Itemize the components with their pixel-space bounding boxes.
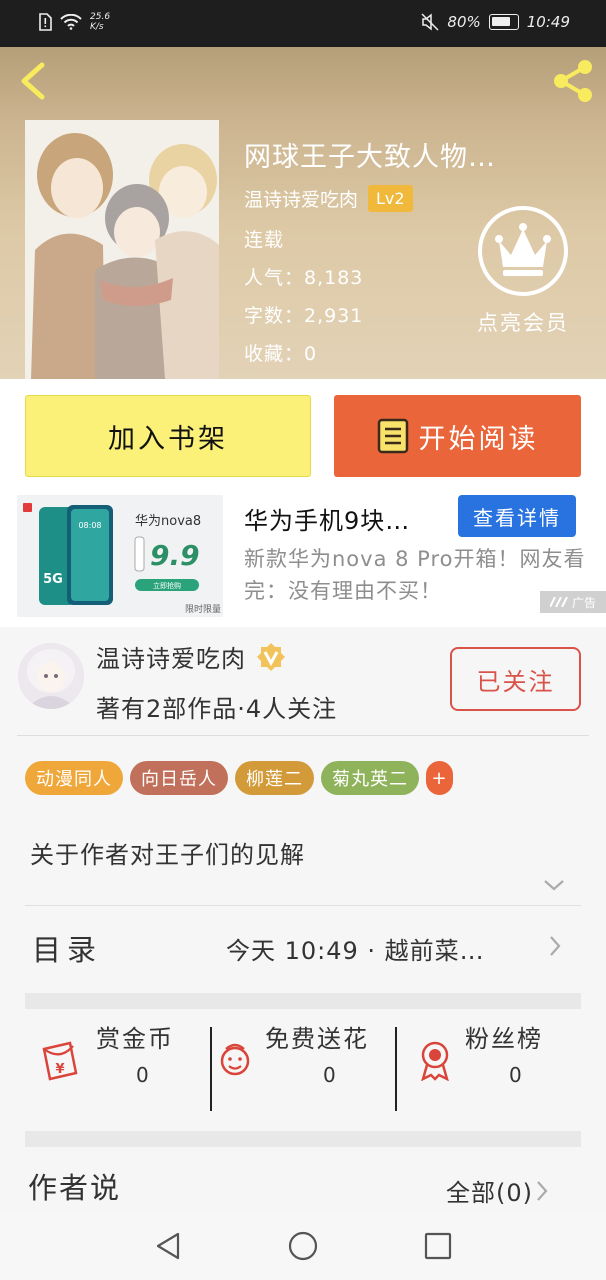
mute-icon xyxy=(421,13,439,31)
ad-stripes-icon xyxy=(549,597,568,607)
system-nav-bar xyxy=(0,1212,606,1280)
tag-item[interactable]: 向日岳人 xyxy=(130,761,228,795)
fans-ranking-value: 0 xyxy=(509,1063,522,1087)
main-content: 加入书架 开始阅读 08:08 5G 华为nova8 9.9 立即抢购 限时限量 xyxy=(0,379,606,1212)
section-gap xyxy=(25,993,581,1009)
reward-coins-item[interactable]: ¥ 赏金币 0 xyxy=(40,1019,200,1097)
book-icon xyxy=(377,418,408,454)
svg-text:限时限量: 限时限量 xyxy=(185,603,221,615)
ad-tag: 广告 xyxy=(540,591,606,613)
book-word-count: 字数：2,931 xyxy=(244,305,364,327)
book-description: 关于作者对王子们的见解 xyxy=(30,841,305,869)
nav-recents-icon[interactable] xyxy=(422,1230,454,1262)
svg-text:华为nova8: 华为nova8 xyxy=(135,514,201,529)
ad-view-details-button[interactable]: 查看详情 xyxy=(458,495,576,537)
svg-text:立即抢购: 立即抢购 xyxy=(153,581,181,590)
network-speed: 25.6 K/s xyxy=(90,12,111,32)
book-author[interactable]: 温诗诗爱吃肉 xyxy=(244,185,358,212)
battery-percent: 80% xyxy=(447,13,481,31)
fans-ranking-label: 粉丝榜 xyxy=(465,1025,543,1053)
chevron-right-icon xyxy=(550,936,561,956)
ad-title[interactable]: 华为手机9块… xyxy=(244,501,410,536)
battery-icon xyxy=(488,14,519,30)
start-reading-button[interactable]: 开始阅读 xyxy=(334,395,581,477)
reward-coins-label: 赏金币 xyxy=(96,1025,174,1053)
chevron-right-icon xyxy=(537,1180,548,1201)
nav-home-icon[interactable] xyxy=(287,1230,319,1262)
book-author-line: 温诗诗爱吃肉 Lv2 xyxy=(244,185,413,212)
table-of-contents-row[interactable]: 目录 今天 10:49 · 越前菜… xyxy=(0,907,606,987)
divider xyxy=(395,1027,397,1111)
start-reading-label: 开始阅读 xyxy=(418,423,539,455)
book-status: 连载 xyxy=(244,229,285,251)
status-bar: 25.6 K/s 80% 10:49 xyxy=(0,0,606,47)
divider xyxy=(17,735,589,736)
share-icon[interactable] xyxy=(550,57,596,105)
section-gap xyxy=(25,1131,581,1147)
author-name[interactable]: 温诗诗爱吃肉 xyxy=(96,639,246,674)
ad-image[interactable]: 08:08 5G 华为nova8 9.9 立即抢购 限时限量 xyxy=(17,495,223,617)
toc-label: 目录 xyxy=(32,933,103,967)
back-arrow-icon[interactable] xyxy=(14,59,50,103)
wifi-icon xyxy=(60,14,82,30)
tag-item[interactable]: 柳莲二 xyxy=(235,761,314,795)
vip-button[interactable]: 点亮会员 xyxy=(470,205,576,337)
fans-ranking-item[interactable]: 粉丝榜 0 xyxy=(415,1019,581,1097)
book-title: 网球王子大致人物… xyxy=(244,142,496,173)
latest-chapter: 今天 10:49 · 越前菜… xyxy=(226,937,485,965)
book-popularity: 人气：8,183 xyxy=(244,267,364,289)
vip-label: 点亮会员 xyxy=(477,311,569,335)
tag-item[interactable]: 菊丸英二 xyxy=(321,761,419,795)
author-section: 温诗诗爱吃肉 著有2部作品·4人关注 已关注 动漫同人 向日岳人 柳莲二 菊丸英… xyxy=(0,627,606,1212)
level-badge: Lv2 xyxy=(368,185,413,212)
free-flowers-value: 0 xyxy=(323,1063,336,1087)
clock: 10:49 xyxy=(526,13,570,31)
free-flowers-item[interactable]: 免费送花 0 xyxy=(215,1019,395,1097)
svg-text:¥: ¥ xyxy=(55,1062,64,1077)
crown-icon xyxy=(478,206,568,296)
reward-coins-value: 0 xyxy=(136,1063,149,1087)
svg-text:9.9: 9.9 xyxy=(150,539,200,572)
divider xyxy=(210,1027,212,1111)
flower-icon xyxy=(220,1043,250,1076)
sim-alert-icon xyxy=(39,13,52,31)
tag-list: 动漫同人 向日岳人 柳莲二 菊丸英二 + xyxy=(25,761,453,795)
nav-back-icon[interactable] xyxy=(152,1230,184,1262)
author-stats: 著有2部作品·4人关注 xyxy=(96,695,338,723)
author-says-label: 作者说 xyxy=(28,1171,122,1205)
divider xyxy=(25,905,581,906)
more-tags-button[interactable]: + xyxy=(426,761,453,795)
support-row: ¥ 赏金币 0 免费送花 0 粉丝榜 0 xyxy=(25,1009,581,1131)
author-name-row: 温诗诗爱吃肉 xyxy=(96,639,286,674)
avatar[interactable] xyxy=(18,643,84,709)
free-flowers-label: 免费送花 xyxy=(265,1025,369,1053)
tag-item[interactable]: 动漫同人 xyxy=(25,761,123,795)
add-to-shelf-button[interactable]: 加入书架 xyxy=(25,395,311,477)
book-header: 网球王子大致人物… 温诗诗爱吃肉 Lv2 连载 人气：8,183 字数：2,93… xyxy=(0,47,606,379)
follow-button[interactable]: 已关注 xyxy=(450,647,581,711)
book-cover[interactable] xyxy=(25,120,219,379)
red-envelope-icon: ¥ xyxy=(42,1041,78,1081)
ad-banner[interactable]: 08:08 5G 华为nova8 9.9 立即抢购 限时限量 华为手机9块… 查… xyxy=(0,493,606,617)
book-favorites: 收藏：0 xyxy=(244,343,318,365)
medal-icon xyxy=(421,1041,449,1081)
svg-text:08:08: 08:08 xyxy=(78,521,101,530)
verified-badge-icon xyxy=(257,642,285,671)
chevron-down-icon[interactable] xyxy=(542,877,566,893)
author-says-all-button[interactable]: 全部(0) xyxy=(446,1173,549,1208)
svg-text:5G: 5G xyxy=(43,572,63,587)
